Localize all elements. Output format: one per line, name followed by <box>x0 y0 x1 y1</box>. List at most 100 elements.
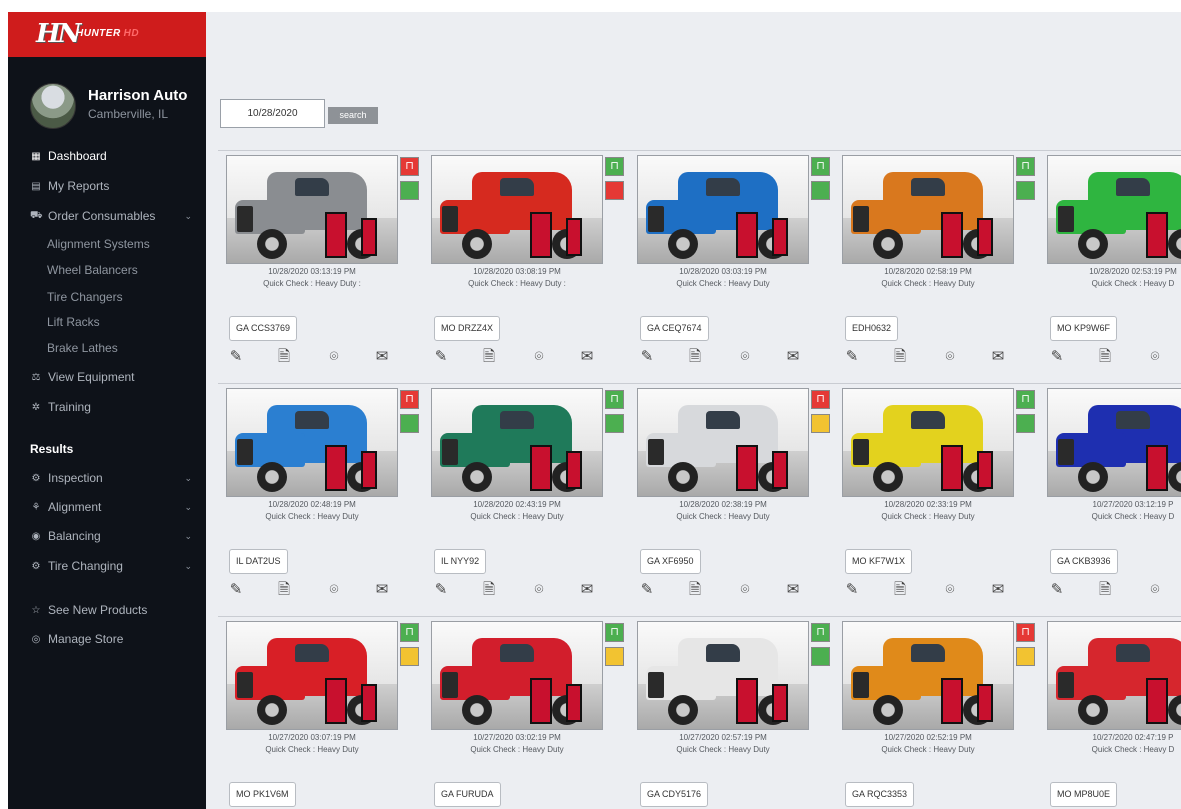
chevron-down-icon: ⌄ <box>184 560 192 571</box>
truck-photo[interactable] <box>226 621 398 730</box>
sidebar-item-tire-changing[interactable]: ⚙ Tire Changing ⌄ <box>30 557 200 575</box>
sidebar-item-lift-racks[interactable]: Lift Racks <box>47 313 217 331</box>
envelope-icon[interactable]: ✉ <box>988 580 1008 600</box>
tire-changing-icon: ⚙ <box>31 560 41 572</box>
document-icon[interactable]: 🗎 <box>890 347 910 367</box>
sidebar-item-see-new-products[interactable]: ☆ See New Products <box>30 601 200 619</box>
document-icon[interactable]: 🗎 <box>274 580 294 600</box>
inspection-tower <box>941 445 963 491</box>
camera-icon[interactable]: ⌾ <box>529 347 549 367</box>
inspection-card[interactable]: ⊓ 10/27/2020 03:02:19 PM Quick Check : Hea… <box>429 621 625 809</box>
document-icon[interactable]: 🗎 <box>274 347 294 367</box>
truck-photo[interactable] <box>842 388 1014 497</box>
inspection-card[interactable]: ⊓ 10/27/2020 02:57:19 PM Quick Check : Hea… <box>635 621 831 809</box>
camera-icon[interactable]: ⌾ <box>324 347 344 367</box>
lift-status-icon: ⊓ <box>1016 157 1035 176</box>
envelope-icon[interactable]: ✉ <box>577 580 597 600</box>
document-icon[interactable]: 🗎 <box>890 580 910 600</box>
truck-photo[interactable] <box>226 388 398 497</box>
pencil-icon[interactable]: ✎ <box>637 580 657 600</box>
sidebar-item-alignment-systems[interactable]: Alignment Systems <box>47 235 217 253</box>
inspection-card[interactable]: 10/27/2020 02:47:19 P Quick Check : Heavy… <box>1045 621 1181 809</box>
camera-icon[interactable]: ⌾ <box>940 347 960 367</box>
envelope-icon[interactable]: ✉ <box>372 347 392 367</box>
sidebar-item-order-consumables[interactable]: ⛟ Order Consumables ⌄ <box>30 207 200 225</box>
envelope-icon[interactable]: ✉ <box>783 580 803 600</box>
envelope-icon[interactable]: ✉ <box>988 347 1008 367</box>
camera-icon[interactable]: ⌾ <box>1145 580 1165 600</box>
camera-icon[interactable]: ⌾ <box>529 580 549 600</box>
sidebar-item-training[interactable]: ✲ Training <box>30 398 200 416</box>
pencil-icon[interactable]: ✎ <box>1047 347 1067 367</box>
envelope-icon[interactable]: ✉ <box>577 347 597 367</box>
truck-photo[interactable] <box>637 388 809 497</box>
pencil-icon[interactable]: ✎ <box>842 580 862 600</box>
document-icon[interactable]: 🗎 <box>479 580 499 600</box>
logo-mark: HN <box>36 19 81 49</box>
license-plate: GA RQC3353 <box>845 782 915 807</box>
truck-photo[interactable] <box>637 621 809 730</box>
pencil-icon[interactable]: ✎ <box>226 580 246 600</box>
envelope-icon[interactable]: ✉ <box>372 580 392 600</box>
truck-photo[interactable] <box>431 621 603 730</box>
truck-photo[interactable] <box>1047 388 1181 497</box>
date-input[interactable]: 10/28/2020 <box>220 99 325 128</box>
inspection-card[interactable]: ⊓ 10/28/2020 03:13:19 PM Quick Check : Hea… <box>224 155 420 373</box>
pencil-icon[interactable]: ✎ <box>637 347 657 367</box>
camera-icon[interactable]: ⌾ <box>1145 347 1165 367</box>
truck-photo[interactable] <box>1047 621 1181 730</box>
license-plate: MO DRZZ4X <box>434 316 501 341</box>
inspection-card[interactable]: ⊓ 10/28/2020 02:48:19 PM Quick Check : Hea… <box>224 388 420 606</box>
sidebar-item-alignment[interactable]: ⚘ Alignment ⌄ <box>30 498 200 516</box>
inspection-card[interactable]: ⊓ 10/27/2020 02:52:19 PM Quick Check : Hea… <box>840 621 1036 809</box>
pencil-icon[interactable]: ✎ <box>1047 580 1067 600</box>
inspection-card[interactable]: ⊓ 10/28/2020 02:38:19 PM Quick Check : Hea… <box>635 388 831 606</box>
inspection-type: Quick Check : Heavy Duty : <box>263 279 361 288</box>
document-icon[interactable]: 🗎 <box>1095 347 1115 367</box>
card-actions: ✎ 🗎 ⌾ ✉ <box>842 347 1014 367</box>
pencil-icon[interactable]: ✎ <box>842 347 862 367</box>
inspection-card[interactable]: ⊓ 10/27/2020 03:07:19 PM Quick Check : Hea… <box>224 621 420 809</box>
envelope-icon[interactable]: ✉ <box>783 347 803 367</box>
sidebar-item-dashboard[interactable]: ▦ Dashboard <box>30 147 200 165</box>
main-content: 10/28/2020 search ⊓ 10/28/2020 03:13:19 P… <box>206 12 1181 809</box>
sidebar-item-my-reports[interactable]: ▤ My Reports <box>30 177 200 195</box>
sidebar-item-manage-store[interactable]: ◎ Manage Store <box>30 630 200 648</box>
status-block-icon <box>811 647 830 666</box>
inspection-card[interactable]: ⊓ 10/28/2020 02:58:19 PM Quick Check : Hea… <box>840 155 1036 373</box>
inspection-card[interactable]: ⊓ 10/28/2020 02:33:19 PM Quick Check : Hea… <box>840 388 1036 606</box>
truck-photo[interactable] <box>637 155 809 264</box>
camera-icon[interactable]: ⌾ <box>735 580 755 600</box>
inspection-card[interactable]: ⊓ 10/28/2020 02:43:19 PM Quick Check : Hea… <box>429 388 625 606</box>
search-button[interactable]: search <box>328 107 378 124</box>
sidebar-item-tire-changers[interactable]: Tire Changers <box>47 288 217 306</box>
document-icon[interactable]: 🗎 <box>1095 580 1115 600</box>
truck-photo[interactable] <box>842 621 1014 730</box>
sidebar-item-view-equipment[interactable]: ⚖ View Equipment <box>30 368 200 386</box>
inspection-card[interactable]: 10/28/2020 02:53:19 PM Quick Check : Heav… <box>1045 155 1181 373</box>
inspection-card[interactable]: ⊓ 10/28/2020 03:03:19 PM Quick Check : Hea… <box>635 155 831 373</box>
front-wheel <box>873 695 903 725</box>
pencil-icon[interactable]: ✎ <box>431 580 451 600</box>
sidebar-item-balancing[interactable]: ◉ Balancing ⌄ <box>30 527 200 545</box>
pencil-icon[interactable]: ✎ <box>226 347 246 367</box>
pencil-icon[interactable]: ✎ <box>431 347 451 367</box>
camera-icon[interactable]: ⌾ <box>735 347 755 367</box>
truck-photo[interactable] <box>842 155 1014 264</box>
truck-photo[interactable] <box>431 388 603 497</box>
sidebar-item-wheel-balancers[interactable]: Wheel Balancers <box>47 261 217 279</box>
sidebar-item-inspection[interactable]: ⚙ Inspection ⌄ <box>30 469 200 487</box>
camera-icon[interactable]: ⌾ <box>940 580 960 600</box>
hunter-logo[interactable]: HN HUNTER HD <box>8 12 206 57</box>
camera-icon[interactable]: ⌾ <box>324 580 344 600</box>
inspection-card[interactable]: ⊓ 10/28/2020 03:08:19 PM Quick Check : Hea… <box>429 155 625 373</box>
document-icon[interactable]: 🗎 <box>479 347 499 367</box>
truck-photo[interactable] <box>1047 155 1181 264</box>
truck-photo[interactable] <box>431 155 603 264</box>
document-icon[interactable]: 🗎 <box>685 580 705 600</box>
inspection-card[interactable]: 10/27/2020 03:12:19 P Quick Check : Heavy… <box>1045 388 1181 606</box>
truck-photo[interactable] <box>226 155 398 264</box>
document-icon[interactable]: 🗎 <box>685 347 705 367</box>
sidebar-item-brake-lathes[interactable]: Brake Lathes <box>47 339 217 357</box>
inspection-icon: ⚙ <box>31 472 41 484</box>
